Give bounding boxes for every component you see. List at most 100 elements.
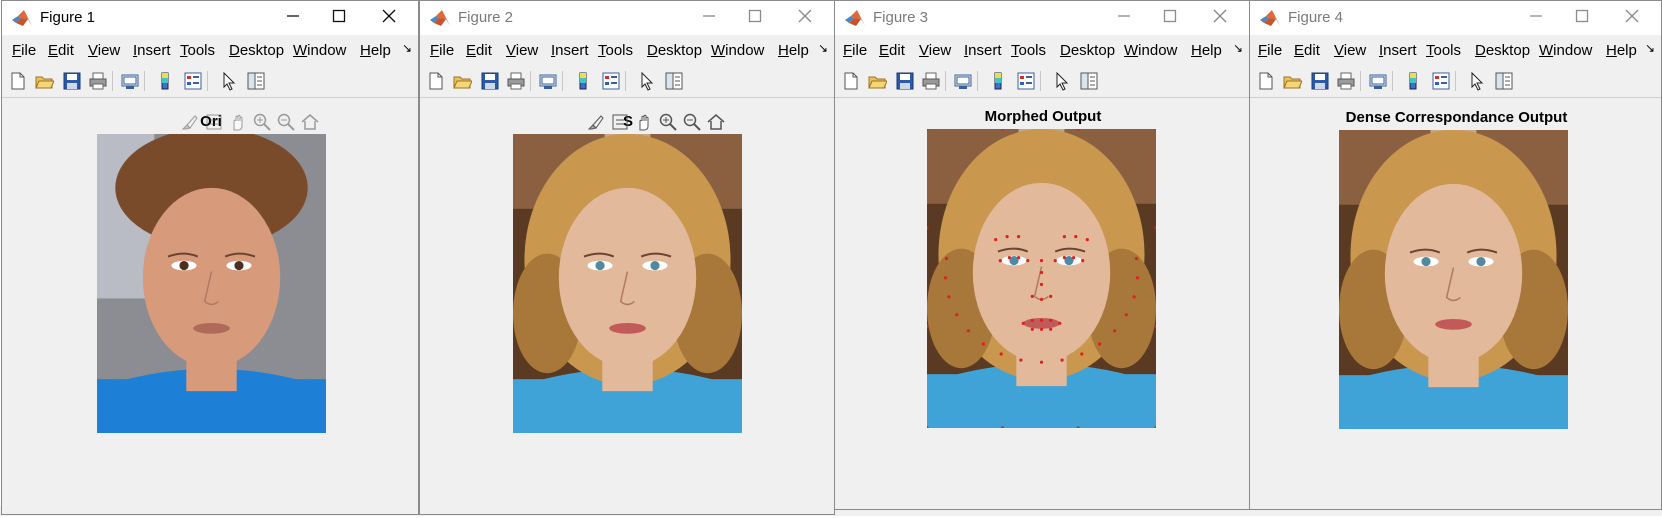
new-figure-icon[interactable] xyxy=(1256,71,1276,91)
menu-window[interactable]: Window xyxy=(1539,42,1592,59)
menu-help[interactable]: Help xyxy=(778,42,809,59)
menu-tools[interactable]: Tools xyxy=(1011,42,1046,59)
menu-help[interactable]: Help xyxy=(1191,42,1222,59)
brush-icon[interactable] xyxy=(180,112,200,132)
menu-desktop[interactable]: Desktop xyxy=(1475,42,1530,59)
axes-image[interactable] xyxy=(97,134,326,433)
property-inspector-icon[interactable] xyxy=(1494,71,1514,91)
title-bar[interactable]: Figure 2 xyxy=(420,1,834,35)
menu-view[interactable]: View xyxy=(919,42,951,59)
menu-file[interactable]: File xyxy=(843,42,867,59)
menu-file[interactable]: File xyxy=(1258,42,1282,59)
menu-window[interactable]: Window xyxy=(1124,42,1177,59)
menu-insert[interactable]: Insert xyxy=(551,42,589,59)
open-file-icon[interactable] xyxy=(867,71,888,91)
property-inspector-icon[interactable] xyxy=(246,71,266,91)
print-icon[interactable] xyxy=(506,71,526,91)
menu-insert[interactable]: Insert xyxy=(1379,42,1417,59)
close-button[interactable] xyxy=(782,1,828,35)
legend-icon[interactable] xyxy=(601,71,621,91)
menu-file[interactable]: File xyxy=(12,42,36,59)
zoom-in-icon[interactable] xyxy=(252,112,272,132)
zoom-out-icon[interactable] xyxy=(276,112,296,132)
menu-view[interactable]: View xyxy=(1334,42,1366,59)
menu-overflow-icon[interactable]: ↘ xyxy=(402,41,412,55)
property-inspector-icon[interactable] xyxy=(664,71,684,91)
link-figure-icon[interactable] xyxy=(1368,71,1388,91)
figure-window-4[interactable]: Figure 4 File Edit View Insert Tools Desktop Wi… xyxy=(1249,0,1662,510)
edit-plot-icon[interactable] xyxy=(636,71,656,91)
close-button[interactable] xyxy=(1609,1,1655,35)
save-icon[interactable] xyxy=(895,71,915,91)
menu-desktop[interactable]: Desktop xyxy=(647,42,702,59)
print-icon[interactable] xyxy=(1336,71,1356,91)
colorbar-icon[interactable] xyxy=(573,71,593,91)
zoom-out-icon[interactable] xyxy=(682,112,702,132)
menu-file[interactable]: File xyxy=(430,42,454,59)
open-file-icon[interactable] xyxy=(1282,71,1303,91)
print-icon[interactable] xyxy=(88,71,108,91)
menu-tools[interactable]: Tools xyxy=(180,42,215,59)
minimize-button[interactable] xyxy=(1513,1,1559,35)
close-button[interactable] xyxy=(1197,1,1243,35)
home-icon[interactable] xyxy=(706,112,726,132)
zoom-in-icon[interactable] xyxy=(658,112,678,132)
axes-image[interactable] xyxy=(1339,130,1568,429)
brush-icon[interactable] xyxy=(586,112,606,132)
minimize-button[interactable] xyxy=(1101,1,1147,35)
open-file-icon[interactable] xyxy=(452,71,473,91)
maximize-button[interactable] xyxy=(1147,1,1193,35)
figure-window-2[interactable]: Figure 2 File Edit View Insert Tools Desktop Wi… xyxy=(419,0,835,515)
minimize-button[interactable] xyxy=(270,1,316,35)
close-button[interactable] xyxy=(366,1,412,35)
menu-insert[interactable]: Insert xyxy=(964,42,1002,59)
save-icon[interactable] xyxy=(62,71,82,91)
maximize-button[interactable] xyxy=(316,1,362,35)
menu-tools[interactable]: Tools xyxy=(1426,42,1461,59)
legend-icon[interactable] xyxy=(183,71,203,91)
title-bar[interactable]: Figure 1 xyxy=(2,1,418,35)
home-icon[interactable] xyxy=(300,112,320,132)
menu-desktop[interactable]: Desktop xyxy=(229,42,284,59)
link-figure-icon[interactable] xyxy=(120,71,140,91)
maximize-button[interactable] xyxy=(1559,1,1605,35)
link-figure-icon[interactable] xyxy=(953,71,973,91)
new-figure-icon[interactable] xyxy=(426,71,446,91)
pan-icon[interactable] xyxy=(228,112,248,132)
edit-plot-icon[interactable] xyxy=(1466,71,1486,91)
axes-image[interactable] xyxy=(927,129,1156,428)
menu-overflow-icon[interactable]: ↘ xyxy=(818,41,828,55)
menu-tools[interactable]: Tools xyxy=(598,42,633,59)
title-bar[interactable]: Figure 4 xyxy=(1250,1,1661,35)
colorbar-icon[interactable] xyxy=(155,71,175,91)
menu-window[interactable]: Window xyxy=(293,42,346,59)
menu-help[interactable]: Help xyxy=(1606,42,1637,59)
menu-view[interactable]: View xyxy=(506,42,538,59)
title-bar[interactable]: Figure 3 xyxy=(835,1,1249,35)
menu-edit[interactable]: Edit xyxy=(466,42,492,59)
legend-icon[interactable] xyxy=(1431,71,1451,91)
maximize-button[interactable] xyxy=(732,1,778,35)
menu-help[interactable]: Help xyxy=(360,42,391,59)
print-icon[interactable] xyxy=(921,71,941,91)
open-file-icon[interactable] xyxy=(34,71,55,91)
menu-window[interactable]: Window xyxy=(711,42,764,59)
pan-icon[interactable] xyxy=(634,112,654,132)
menu-overflow-icon[interactable]: ↘ xyxy=(1233,41,1243,55)
axes-image[interactable] xyxy=(513,134,742,433)
new-figure-icon[interactable] xyxy=(8,71,28,91)
menu-edit[interactable]: Edit xyxy=(1294,42,1320,59)
menu-edit[interactable]: Edit xyxy=(48,42,74,59)
colorbar-icon[interactable] xyxy=(988,71,1008,91)
data-tips-icon[interactable] xyxy=(204,112,224,132)
menu-desktop[interactable]: Desktop xyxy=(1060,42,1115,59)
link-figure-icon[interactable] xyxy=(538,71,558,91)
edit-plot-icon[interactable] xyxy=(1051,71,1071,91)
colorbar-icon[interactable] xyxy=(1403,71,1423,91)
save-icon[interactable] xyxy=(480,71,500,91)
figure-window-3[interactable]: Figure 3 File Edit View Insert Tools Desktop Wi… xyxy=(834,0,1250,510)
data-tips-icon[interactable] xyxy=(610,112,630,132)
menu-view[interactable]: View xyxy=(88,42,120,59)
property-inspector-icon[interactable] xyxy=(1079,71,1099,91)
figure-window-1[interactable]: Figure 1 File Edit View Insert Tools Desktop Wi… xyxy=(1,0,419,515)
